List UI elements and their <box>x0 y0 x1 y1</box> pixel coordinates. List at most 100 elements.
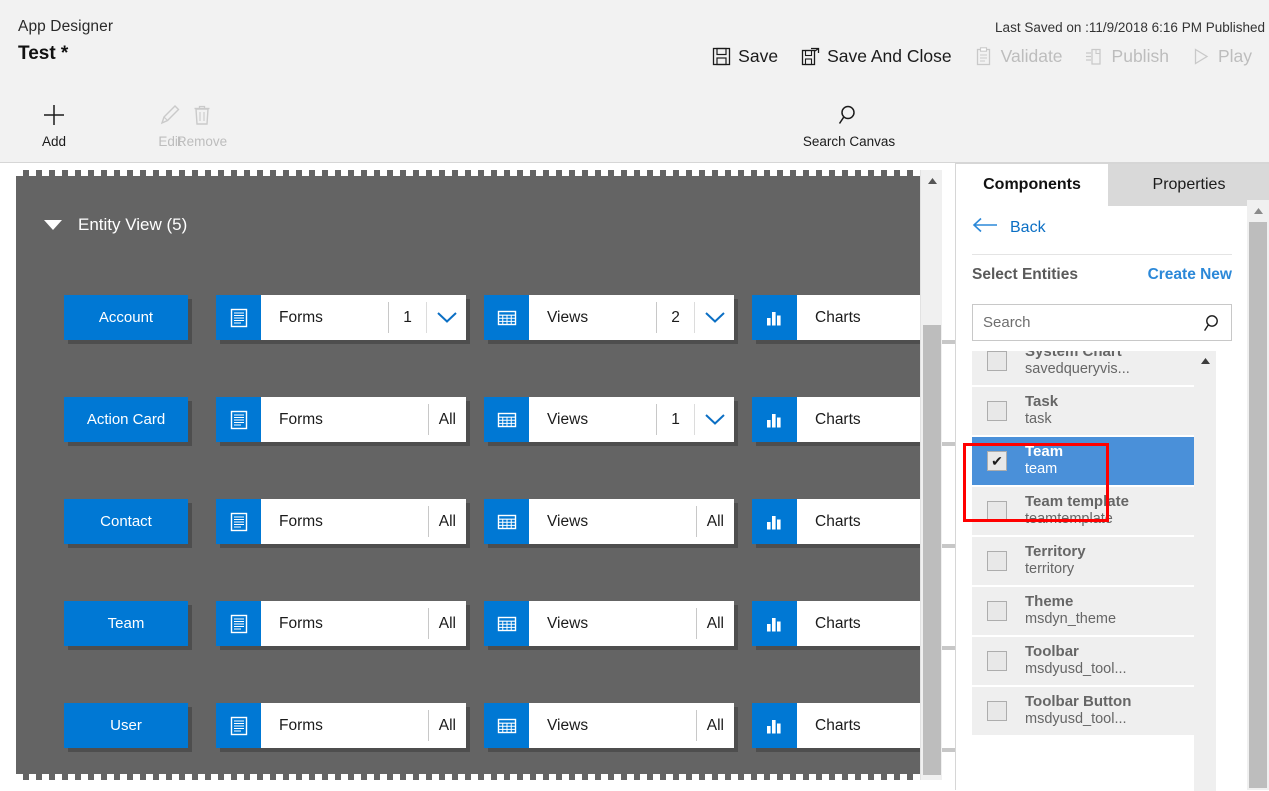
entity-checkbox[interactable] <box>987 701 1007 721</box>
add-button-label: Add <box>41 134 67 149</box>
page-title: Test * <box>18 43 69 64</box>
entity-row: Team Forms All Views All Charts <box>16 601 1002 652</box>
entity-logical-name: task <box>1025 411 1052 428</box>
chevron-down-icon[interactable] <box>426 302 466 333</box>
entity-list-item[interactable]: Toolbar msdyusd_tool... <box>972 637 1210 685</box>
scroll-up-arrow-icon[interactable] <box>921 173 943 189</box>
forms-card-count: All <box>427 608 466 639</box>
entity-checkbox[interactable] <box>987 351 1007 371</box>
last-saved-status: Last Saved on :11/9/2018 6:16 PM Publish… <box>995 20 1265 35</box>
forms-card[interactable]: Forms All <box>216 703 466 748</box>
trash-icon <box>189 98 215 132</box>
views-card[interactable]: Views All <box>484 601 734 646</box>
search-icon[interactable] <box>1195 313 1231 333</box>
forms-card[interactable]: Forms All <box>216 601 466 646</box>
views-card-label: Views <box>547 716 589 734</box>
entity-checkbox[interactable] <box>987 651 1007 671</box>
entity-checkbox[interactable] <box>987 401 1007 421</box>
search-input[interactable] <box>973 314 1195 331</box>
chevron-down-icon <box>44 220 62 230</box>
entity-list-item[interactable]: ✔ Team team <box>972 437 1210 485</box>
publish-button[interactable]: Publish <box>1074 44 1180 69</box>
entity-name-button[interactable]: Team <box>64 601 188 646</box>
search-field-wrapper[interactable] <box>972 304 1232 341</box>
plus-icon <box>40 98 68 132</box>
entity-display-name: Team template <box>1025 493 1129 511</box>
entity-checkbox[interactable]: ✔ <box>987 451 1007 471</box>
entity-item-text: System Chart savedqueryvis... <box>1025 351 1130 378</box>
views-card[interactable]: Views All <box>484 703 734 748</box>
tab-components[interactable]: Components <box>956 164 1108 206</box>
app-title-block: App Designer Test * <box>18 18 113 65</box>
entity-name-button[interactable]: User <box>64 703 188 748</box>
play-button-label: Play <box>1217 46 1252 66</box>
charts-icon <box>752 295 797 340</box>
entity-item-text: Team team <box>1025 443 1063 478</box>
entity-list-item[interactable]: Toolbar Button msdyusd_tool... <box>972 687 1210 735</box>
canvas-vertical-scrollbar[interactable] <box>920 170 942 780</box>
views-card[interactable]: Views 1 <box>484 397 734 442</box>
entity-list-scrollbar[interactable] <box>1194 351 1216 791</box>
app-designer-label: App Designer <box>18 18 114 35</box>
entity-name-button[interactable]: Account <box>64 295 188 340</box>
entity-item-text: Toolbar Button msdyusd_tool... <box>1025 693 1132 728</box>
views-icon <box>484 601 529 646</box>
add-button[interactable]: Add <box>18 98 90 149</box>
entity-list-item[interactable]: Team template teamtemplate <box>972 487 1210 535</box>
save-button[interactable]: Save <box>700 44 789 69</box>
views-icon <box>484 499 529 544</box>
entity-checkbox[interactable] <box>987 501 1007 521</box>
forms-card-count: All <box>427 506 466 537</box>
app-header: App Designer Test * Last Saved on :11/9/… <box>0 0 1269 90</box>
search-icon <box>836 98 862 132</box>
back-button[interactable]: Back <box>972 217 1046 238</box>
entity-logical-name: team <box>1025 461 1058 478</box>
forms-card-label: Forms <box>279 410 323 428</box>
entity-list-item[interactable]: Theme msdyn_theme <box>972 587 1210 635</box>
entity-logical-name: territory <box>1025 561 1075 578</box>
entity-list-item[interactable]: Task task <box>972 387 1210 435</box>
entity-row: Action Card Forms All Views 1 Charts <box>16 397 1002 448</box>
scroll-up-arrow-icon[interactable] <box>1194 353 1216 369</box>
canvas-scrollbar-thumb[interactable] <box>923 325 941 775</box>
forms-card-label: Forms <box>279 716 323 734</box>
publish-button-label: Publish <box>1111 46 1169 66</box>
entity-list-item[interactable]: System Chart savedqueryvis... <box>972 351 1210 385</box>
entity-checkbox[interactable] <box>987 551 1007 571</box>
search-canvas-button[interactable]: Search Canvas <box>800 98 898 149</box>
views-card[interactable]: Views All <box>484 499 734 544</box>
entity-logical-name: msdyn_theme <box>1025 611 1117 628</box>
save-and-close-button[interactable]: Save And Close <box>789 44 963 69</box>
entity-list-item[interactable]: Territory territory <box>972 537 1210 585</box>
panel-scrollbar-thumb[interactable] <box>1249 222 1267 788</box>
entity-name-button[interactable]: Action Card <box>64 397 188 442</box>
forms-card[interactable]: Forms 1 <box>216 295 466 340</box>
chevron-down-icon[interactable] <box>694 302 734 333</box>
chevron-down-icon[interactable] <box>694 404 734 435</box>
entity-view-section-header[interactable]: Entity View (5) <box>44 215 187 235</box>
entity-display-name: Toolbar Button <box>1025 693 1132 711</box>
validate-button[interactable]: Validate <box>963 44 1074 69</box>
scroll-up-arrow-icon[interactable] <box>1247 203 1269 219</box>
header-command-bar: Save Save And Close Validate Publish Pla… <box>700 44 1263 69</box>
entity-name-button[interactable]: Contact <box>64 499 188 544</box>
forms-card-count: All <box>427 404 466 435</box>
forms-icon <box>216 295 261 340</box>
create-new-link[interactable]: Create New <box>1122 266 1232 284</box>
entity-checkbox[interactable] <box>987 601 1007 621</box>
views-card[interactable]: Views 2 <box>484 295 734 340</box>
remove-button[interactable]: Remove <box>166 98 238 149</box>
forms-card[interactable]: Forms All <box>216 499 466 544</box>
forms-card[interactable]: Forms All <box>216 397 466 442</box>
forms-icon <box>216 397 261 442</box>
views-card-label: Views <box>547 410 589 428</box>
entity-display-name: Task <box>1025 393 1059 411</box>
save-and-close-button-label: Save And Close <box>827 46 952 66</box>
save-button-label: Save <box>738 46 779 66</box>
entity-logical-name: msdyusd_tool... <box>1025 711 1127 728</box>
canvas-command-ribbon: Add Edit Remove Search Canvas <box>0 90 1269 163</box>
views-card-count: 1 <box>656 404 694 435</box>
tab-properties[interactable]: Properties <box>1108 164 1269 206</box>
panel-vertical-scrollbar[interactable] <box>1247 200 1269 790</box>
play-button[interactable]: Play <box>1180 44 1263 69</box>
